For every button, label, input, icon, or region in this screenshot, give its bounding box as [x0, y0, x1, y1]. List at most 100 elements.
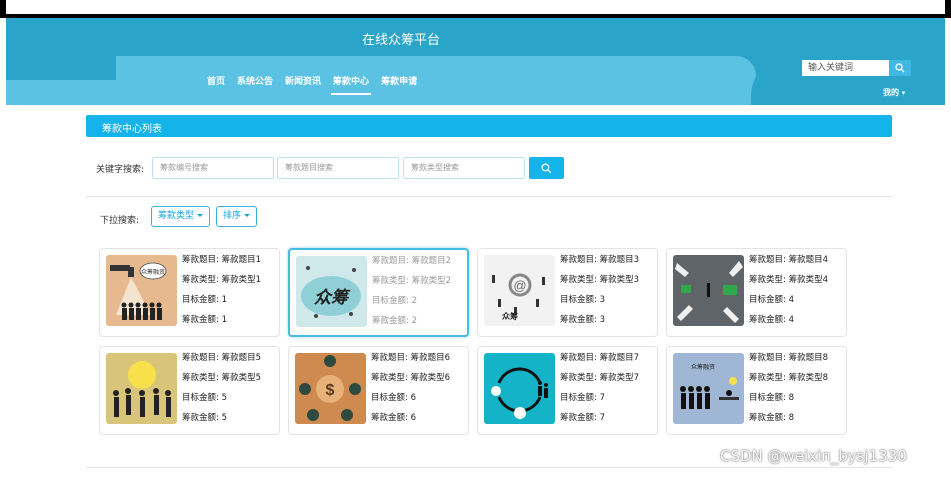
card-type: 筹款类型3: [599, 275, 639, 285]
card-title-row: 筹款题目: 筹款题目4: [749, 255, 828, 265]
sort-dropdown[interactable]: 排序: [216, 206, 258, 227]
project-thumbnail: 众筹融资: [673, 353, 744, 424]
card-type: 筹款类型2: [411, 276, 451, 286]
card-type: 筹款类型8: [788, 373, 828, 383]
card-target-row: 目标金额: 8: [749, 393, 794, 403]
card-target-row: 目标金额: 2: [372, 296, 417, 306]
card-title-row: 筹款题目: 筹款题目1: [182, 255, 261, 265]
card-target: 6: [410, 393, 416, 403]
type-dropdown-label: 筹款类型: [158, 211, 195, 221]
search-id-input[interactable]: 筹款编号搜索: [152, 157, 274, 179]
search-icon: [541, 162, 552, 173]
keyword-search-button[interactable]: [529, 157, 564, 179]
card-target-row: 目标金额: 3: [560, 295, 605, 305]
project-card[interactable]: 筹款题目: 筹款题目5 筹款类型: 筹款类型5 目标金额: 5 筹款金额: 5: [99, 346, 280, 435]
card-type-row: 筹款类型: 筹款类型5: [182, 373, 261, 383]
card-title: 筹款题目5: [221, 353, 261, 363]
card-amount-row: 筹款金额: 5: [182, 413, 227, 423]
card-amount: 1: [221, 315, 227, 325]
card-title: 筹款题目7: [599, 353, 639, 363]
thumb-caption: 众筹: [502, 311, 518, 321]
card-title: 筹款题目1: [221, 255, 261, 265]
search-title-input[interactable]: 筹款题目搜索: [277, 157, 399, 179]
card-type: 筹款类型6: [410, 373, 450, 383]
card-type-row: 筹款类型: 筹款类型8: [749, 373, 828, 383]
card-title-row: 筹款题目: 筹款题目5: [182, 353, 261, 363]
project-thumbnail: [106, 353, 177, 424]
svg-text:$: $: [326, 382, 335, 399]
user-menu-label: 我的: [883, 88, 899, 97]
project-card[interactable]: 众筹融资 筹款题目: 筹款题目1 筹款类型: 筹款类型1 目标金额: 1 筹款金…: [99, 248, 280, 337]
project-card[interactable]: 筹款题目: 筹款题目7 筹款类型: 筹款类型7 目标金额: 7 筹款金额: 7: [477, 346, 658, 435]
header-search-button[interactable]: [889, 60, 911, 76]
section-header: 筹款中心列表: [86, 115, 892, 137]
card-title: 筹款题目2: [411, 256, 451, 266]
card-target: 7: [599, 393, 605, 403]
card-target: 1: [221, 295, 227, 305]
card-amount-row: 筹款金额: 1: [182, 315, 227, 325]
nav-news[interactable]: 新闻资讯: [279, 72, 327, 95]
card-title: 筹款题目6: [410, 353, 450, 363]
card-type-row: 筹款类型: 筹款类型3: [560, 275, 639, 285]
card-amount-row: 筹款金额: 2: [372, 316, 417, 326]
project-card[interactable]: @ 众筹 筹款题目: 筹款题目3 筹款类型: 筹款类型3 目标金额: 3 筹款金…: [477, 248, 658, 337]
project-card[interactable]: $ 筹款题目: 筹款题目6 筹款类型: 筹款类型6 目标金额: 6 筹款金额: …: [288, 346, 469, 435]
card-amount-row: 筹款金额: 7: [560, 413, 605, 423]
project-thumbnail: [673, 255, 744, 326]
nav-announcements[interactable]: 系统公告: [231, 72, 279, 95]
card-target: 2: [411, 296, 417, 306]
divider: [86, 467, 892, 468]
card-amount: 4: [788, 315, 794, 325]
main-nav: 首页 系统公告 新闻资讯 筹款中心 筹款申请: [201, 72, 423, 95]
card-type: 筹款类型7: [599, 373, 639, 383]
project-card[interactable]: 筹款题目: 筹款题目4 筹款类型: 筹款类型4 目标金额: 4 筹款金额: 4: [666, 248, 847, 337]
card-target: 4: [788, 295, 794, 305]
header-search-input[interactable]: 输入关键词: [802, 60, 889, 76]
project-card[interactable]: 众筹融资 筹款题目: 筹款题目8 筹款类型: 筹款类型8 目标金额: 8 筹款金…: [666, 346, 847, 435]
card-amount: 8: [788, 413, 794, 423]
caret-down-icon: [244, 214, 251, 217]
thumb-caption: 众筹融资: [141, 268, 165, 276]
card-type-row: 筹款类型: 筹款类型2: [372, 276, 451, 286]
project-thumbnail: @ 众筹: [484, 255, 555, 326]
nav-fundraising-apply[interactable]: 筹款申请: [375, 72, 423, 95]
card-title-row: 筹款题目: 筹款题目3: [560, 255, 639, 265]
card-target-row: 目标金额: 7: [560, 393, 605, 403]
project-card[interactable]: 众筹 筹款题目: 筹款题目2 筹款类型: 筹款类型2 目标金额: 2 筹款金额:…: [288, 248, 469, 337]
project-thumbnail: [484, 353, 555, 424]
watermark: CSDN @weixin_bysj1330: [720, 447, 907, 465]
site-header: 在线众筹平台 首页 系统公告 新闻资讯 筹款中心 筹款申请 输入关键词 我的 ▾: [6, 18, 945, 105]
search-type-input[interactable]: 筹款类型搜索: [403, 157, 525, 179]
card-type-row: 筹款类型: 筹款类型7: [560, 373, 639, 383]
caret-down-icon: ▾: [901, 89, 906, 97]
card-title-row: 筹款题目: 筹款题目7: [560, 353, 639, 363]
card-title-row: 筹款题目: 筹款题目6: [371, 353, 450, 363]
card-type: 筹款类型5: [221, 373, 261, 383]
card-target-row: 目标金额: 6: [371, 393, 416, 403]
keyword-search-label: 关键字搜索:: [96, 165, 145, 175]
thumb-caption: 众筹融资: [691, 363, 715, 371]
card-amount-row: 筹款金额: 3: [560, 315, 605, 325]
card-type-row: 筹款类型: 筹款类型6: [371, 373, 450, 383]
section-title: 筹款中心列表: [102, 124, 162, 135]
card-target: 3: [599, 295, 605, 305]
card-type: 筹款类型4: [788, 275, 828, 285]
card-type-row: 筹款类型: 筹款类型4: [749, 275, 828, 285]
card-amount: 3: [599, 315, 605, 325]
type-dropdown[interactable]: 筹款类型: [151, 206, 211, 227]
nav-home[interactable]: 首页: [201, 72, 231, 95]
user-menu[interactable]: 我的 ▾: [883, 87, 905, 98]
project-thumbnail: 众筹融资: [106, 255, 177, 326]
card-title: 筹款题目4: [788, 255, 828, 265]
card-target-row: 目标金额: 1: [182, 295, 227, 305]
svg-text:@: @: [513, 278, 526, 293]
thumb-caption: 众筹: [314, 288, 351, 307]
card-target: 8: [788, 393, 794, 403]
window-top-bar: [0, 0, 951, 18]
nav-fundraising-center[interactable]: 筹款中心: [327, 72, 375, 95]
site-title: 在线众筹平台: [361, 33, 440, 48]
card-target-row: 目标金额: 5: [182, 393, 227, 403]
card-title-row: 筹款题目: 筹款题目8: [749, 353, 828, 363]
card-amount-row: 筹款金额: 6: [371, 413, 416, 423]
project-thumbnail: 众筹: [296, 256, 367, 327]
